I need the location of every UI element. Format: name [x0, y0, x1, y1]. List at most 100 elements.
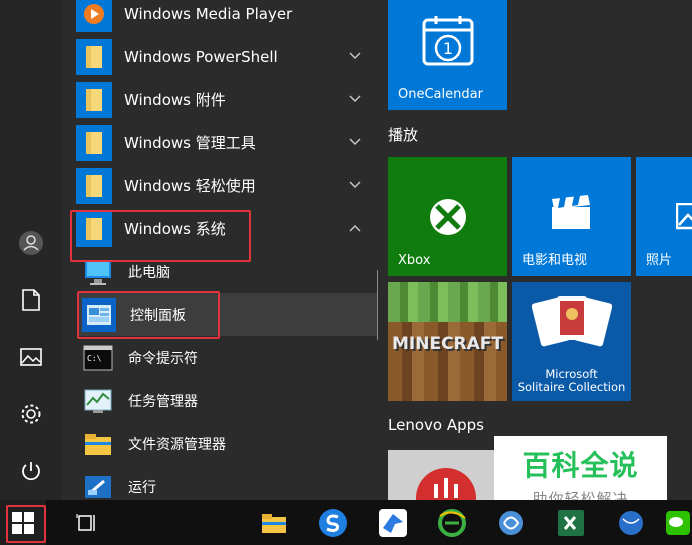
folder-icon — [76, 81, 112, 118]
tile-label: OneCalendar — [398, 87, 483, 102]
app-label: Windows 管理工具 — [124, 134, 256, 152]
media-player-icon — [76, 0, 112, 32]
svg-text:C:\: C:\ — [87, 354, 102, 363]
start-rail — [0, 0, 62, 500]
system-item-command-prompt[interactable]: C:\ 命令提示符 — [82, 336, 372, 379]
cards-icon — [532, 296, 612, 347]
picture-icon — [20, 348, 42, 366]
tile-solitaire[interactable]: Microsoft Solitaire Collection — [512, 282, 631, 401]
item-label: 此电脑 — [128, 264, 170, 281]
minecraft-grass — [388, 282, 507, 322]
start-button[interactable] — [0, 500, 46, 545]
browser-icon — [438, 509, 466, 537]
watermark-title: 百科全说 — [522, 449, 639, 482]
swirl-icon — [499, 511, 523, 535]
documents-button[interactable] — [14, 283, 48, 317]
app-label: Windows 附件 — [124, 91, 226, 109]
app-windows-powershell[interactable]: Windows PowerShell — [72, 35, 372, 78]
app-label: Windows 系统 — [124, 220, 226, 238]
globe-icon — [619, 511, 643, 535]
control-panel-icon — [82, 297, 116, 332]
power-button[interactable] — [14, 454, 48, 488]
chevron-up-icon — [349, 225, 361, 232]
tile-movies-tv[interactable]: 电影和电视 — [512, 157, 631, 276]
wechat-icon — [666, 511, 690, 535]
lenovo-app-icon — [416, 468, 476, 500]
user-icon — [19, 231, 43, 255]
tile-photos[interactable]: 照片 — [636, 157, 692, 276]
group-title-play[interactable]: 播放 — [388, 124, 418, 145]
document-icon — [22, 289, 40, 311]
tile-xbox[interactable]: Xbox — [388, 157, 507, 276]
folder-icon — [76, 38, 112, 75]
group-title-lenovo[interactable]: Lenovo Apps — [388, 416, 484, 434]
task-view-icon — [76, 514, 95, 531]
tile-label: 电影和电视 — [522, 253, 588, 268]
item-label: 运行 — [128, 479, 156, 496]
tile-onecalendar[interactable]: 1 OneCalendar — [388, 0, 507, 110]
item-label: 任务管理器 — [128, 393, 198, 410]
app-label: Windows 轻松使用 — [124, 177, 256, 195]
tile-label: Xbox — [398, 253, 431, 268]
computer-icon — [85, 259, 111, 285]
spreadsheet-icon — [558, 510, 584, 536]
app-windows-accessories[interactable]: Windows 附件 — [72, 78, 372, 121]
tile-label-line2: Solitaire Collection — [517, 380, 626, 394]
task-view-button[interactable] — [68, 504, 106, 542]
app-list: Windows Media Player Windows PowerShell … — [62, 0, 423, 500]
clapperboard-icon — [552, 195, 590, 229]
power-icon — [22, 462, 40, 481]
folder-icon — [76, 167, 112, 204]
taskbar — [0, 500, 692, 545]
settings-button[interactable] — [14, 397, 48, 431]
chevron-down-icon — [349, 181, 361, 188]
folder-icon — [262, 514, 286, 533]
taskbar-app[interactable] — [492, 504, 530, 542]
item-label: 命令提示符 — [128, 350, 198, 367]
system-item-task-manager[interactable]: 任务管理器 — [82, 379, 372, 422]
terminal-icon: C:\ — [83, 345, 113, 370]
app-windows-admin-tools[interactable]: Windows 管理工具 — [72, 121, 372, 164]
pictures-button[interactable] — [14, 340, 48, 374]
taskbar-browser[interactable] — [433, 504, 471, 542]
taskbar-globe[interactable] — [612, 504, 650, 542]
sogou-icon — [319, 509, 347, 537]
taskbar-file-explorer[interactable] — [255, 504, 293, 542]
tiles-area: 1 OneCalendar 播放 Xbox 电影和电视 照片 MINECRAFT — [378, 0, 692, 500]
windows-logo-icon — [12, 512, 34, 534]
system-item-control-panel[interactable]: 控制面板 — [78, 293, 423, 336]
app-windows-ease-of-access[interactable]: Windows 轻松使用 — [72, 164, 372, 207]
calendar-glyph: 1 — [443, 39, 453, 58]
folder-icon — [76, 210, 112, 247]
item-label: 控制面板 — [130, 307, 186, 324]
calendar-icon: 1 — [422, 16, 474, 66]
taskbar-feishu[interactable] — [374, 504, 412, 542]
system-item-this-pc[interactable]: 此电脑 — [82, 250, 372, 293]
photo-icon — [676, 203, 692, 230]
tile-minecraft[interactable]: MINECRAFT — [388, 282, 507, 401]
taskbar-wechat[interactable] — [664, 504, 692, 542]
solitaire-label: Microsoft Solitaire Collection — [512, 368, 631, 394]
app-windows-system[interactable]: Windows 系统 — [72, 207, 372, 250]
chevron-down-icon — [349, 138, 361, 145]
app-windows-media-player[interactable]: Windows Media Player — [72, 0, 372, 35]
gear-icon — [21, 404, 41, 424]
app-label: Windows Media Player — [124, 4, 293, 23]
app-label: Windows PowerShell — [124, 47, 278, 66]
tile-lenovo-app[interactable] — [388, 450, 507, 500]
system-item-file-explorer[interactable]: 文件资源管理器 — [82, 422, 372, 465]
bird-icon — [379, 509, 407, 537]
taskbar-sogou[interactable] — [314, 504, 352, 542]
user-account-button[interactable] — [14, 226, 48, 260]
tile-label: 照片 — [646, 253, 673, 268]
folder-icon — [76, 124, 112, 161]
chevron-down-icon — [349, 52, 361, 59]
task-manager-icon — [84, 389, 112, 413]
taskbar-excel[interactable] — [552, 504, 590, 542]
item-label: 文件资源管理器 — [128, 436, 226, 453]
minecraft-logo: MINECRAFT — [391, 334, 503, 354]
file-explorer-icon — [85, 433, 111, 455]
chevron-down-icon — [349, 95, 361, 102]
xbox-icon — [430, 199, 466, 235]
run-icon — [85, 475, 111, 498]
